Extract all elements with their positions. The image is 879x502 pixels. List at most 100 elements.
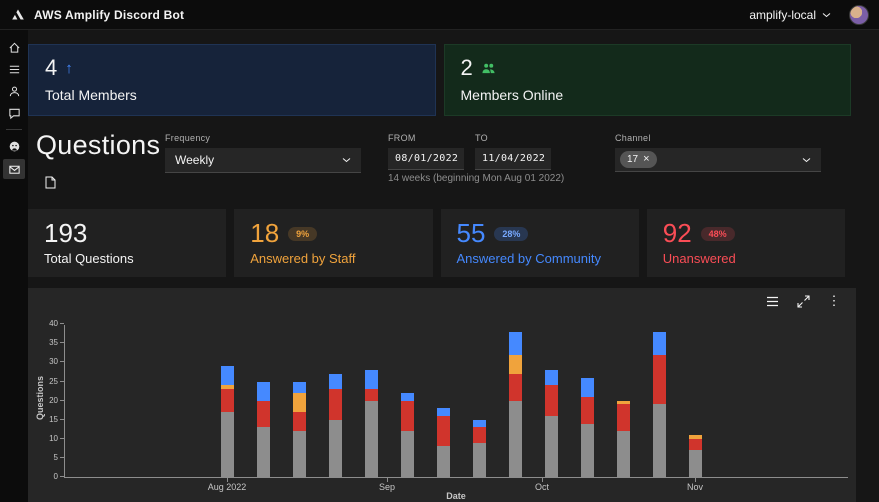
stacked-bar-aug-15[interactable] bbox=[293, 381, 306, 477]
stacked-bar-oct-03[interactable] bbox=[545, 370, 558, 477]
channel-multiselect[interactable]: 17 × bbox=[615, 148, 821, 172]
question-stats-row: 193 Total Questions 18 9% Answered by St… bbox=[28, 209, 845, 277]
series-gray-segment bbox=[653, 404, 666, 477]
date-to-value: 11/04/2022 bbox=[482, 153, 546, 164]
sidebar-item-github[interactable] bbox=[3, 137, 25, 155]
total-members-card: 4 ↑ Total Members bbox=[28, 44, 436, 116]
user-avatar[interactable] bbox=[849, 4, 869, 25]
channel-group: Channel 17 × bbox=[615, 133, 821, 172]
x-tick-mark bbox=[387, 478, 388, 482]
total-members-value: 4 bbox=[45, 55, 58, 80]
unanswered-value: 92 bbox=[662, 218, 692, 248]
sidebar-item-messages[interactable] bbox=[3, 159, 25, 179]
series-orange-segment bbox=[293, 392, 306, 413]
total-questions-value: 193 bbox=[44, 218, 88, 248]
catalog-icon bbox=[9, 65, 19, 73]
series-red-segment bbox=[257, 400, 270, 428]
environment-selector[interactable]: amplify-local bbox=[741, 4, 839, 26]
total-questions-card: 193 Total Questions bbox=[28, 209, 227, 277]
y-tick-mark bbox=[60, 456, 64, 458]
stacked-bar-aug-01[interactable] bbox=[221, 366, 234, 477]
maximize-icon bbox=[796, 294, 810, 308]
stacked-bar-oct-24[interactable] bbox=[653, 331, 666, 477]
frequency-select[interactable]: Weekly bbox=[165, 148, 361, 173]
answered-staff-value: 18 bbox=[250, 218, 280, 248]
y-tick-label: 10 bbox=[49, 433, 58, 443]
series-gray-segment bbox=[365, 400, 378, 477]
y-tick-label: 15 bbox=[49, 414, 58, 424]
series-red-segment bbox=[473, 427, 486, 443]
sidebar-item-members[interactable] bbox=[3, 82, 25, 100]
stacked-bar-aug-29[interactable] bbox=[365, 370, 378, 477]
stacked-bar-sep-05[interactable] bbox=[401, 393, 414, 477]
series-gray-segment bbox=[617, 431, 630, 477]
series-gray-segment bbox=[437, 446, 450, 477]
stacked-bar-sep-19[interactable] bbox=[473, 419, 486, 477]
sidebar-item-catalog[interactable] bbox=[3, 60, 25, 78]
series-blue-segment bbox=[401, 393, 414, 401]
sidebar-item-home[interactable] bbox=[3, 38, 25, 56]
series-gray-segment bbox=[581, 423, 594, 477]
stacked-bar-oct-17[interactable] bbox=[617, 400, 630, 477]
answered-community-badge: 28% bbox=[494, 226, 529, 241]
y-tick-mark bbox=[60, 437, 64, 439]
series-blue-segment bbox=[257, 381, 270, 401]
chart-maximize-button[interactable] bbox=[795, 293, 811, 309]
document-icon bbox=[45, 176, 56, 189]
stacked-bar-sep-12[interactable] bbox=[437, 408, 450, 477]
series-blue-segment bbox=[545, 370, 558, 386]
channel-label: Channel bbox=[615, 133, 651, 143]
stacked-bar-aug-22[interactable] bbox=[329, 373, 342, 477]
users-online-icon bbox=[482, 63, 495, 73]
stacked-bar-oct-10[interactable] bbox=[581, 377, 594, 477]
frequency-value: Weekly bbox=[175, 153, 215, 167]
series-gray-segment bbox=[221, 412, 234, 477]
unanswered-badge: 48% bbox=[700, 226, 735, 241]
series-red-segment bbox=[437, 415, 450, 447]
series-gray-segment bbox=[689, 450, 702, 477]
remove-tag-icon[interactable]: × bbox=[643, 154, 649, 165]
series-gray-segment bbox=[545, 415, 558, 477]
series-blue-segment bbox=[581, 377, 594, 397]
y-tick-label: 35 bbox=[49, 338, 58, 348]
app-header: AWS Amplify Discord Bot amplify-local bbox=[0, 0, 879, 30]
answered-community-card: 55 28% Answered by Community bbox=[440, 209, 639, 277]
stacked-bar-sep-26[interactable] bbox=[509, 331, 522, 477]
members-online-value: 2 bbox=[460, 55, 473, 80]
left-nav-rail bbox=[0, 30, 28, 502]
member-stats-row: 4 ↑ Total Members 2 Members Online bbox=[28, 44, 851, 116]
unanswered-card: 92 48% Unanswered bbox=[646, 209, 845, 277]
y-tick-label: 5 bbox=[53, 452, 58, 462]
date-from-value: 08/01/2022 bbox=[395, 153, 459, 164]
mail-icon bbox=[8, 165, 20, 174]
series-red-segment bbox=[545, 385, 558, 416]
series-blue-segment bbox=[437, 408, 450, 416]
aws-amplify-logo-icon bbox=[10, 7, 26, 23]
chart-x-axis-title: Date bbox=[446, 491, 466, 501]
section-title: Questions bbox=[36, 130, 161, 160]
x-tick-mark bbox=[227, 478, 228, 482]
export-report-button[interactable] bbox=[45, 176, 56, 189]
chart-data-table-button[interactable] bbox=[764, 293, 780, 309]
sidebar-item-events[interactable] bbox=[3, 104, 25, 122]
y-tick-mark bbox=[60, 476, 64, 477]
y-tick-mark bbox=[60, 399, 64, 401]
series-blue-segment bbox=[365, 370, 378, 390]
series-blue-segment bbox=[509, 331, 522, 355]
home-icon bbox=[8, 42, 20, 53]
series-blue-segment bbox=[653, 331, 666, 355]
environment-label: amplify-local bbox=[749, 7, 816, 22]
series-red-segment bbox=[509, 373, 522, 401]
rows-icon bbox=[766, 296, 778, 306]
answered-staff-badge: 9% bbox=[288, 226, 318, 241]
y-tick-label: 25 bbox=[49, 376, 58, 386]
y-tick-mark bbox=[60, 323, 64, 325]
series-red-segment bbox=[653, 354, 666, 405]
stacked-bar-aug-08[interactable] bbox=[257, 381, 270, 477]
stacked-bar-oct-31[interactable] bbox=[689, 435, 702, 477]
series-blue-segment bbox=[221, 366, 234, 386]
date-to-input[interactable]: 11/04/2022 bbox=[475, 148, 551, 170]
chart-overflow-menu-button[interactable]: ⋮ bbox=[826, 293, 842, 309]
date-from-input[interactable]: 08/01/2022 bbox=[388, 148, 464, 170]
series-blue-segment bbox=[329, 373, 342, 390]
